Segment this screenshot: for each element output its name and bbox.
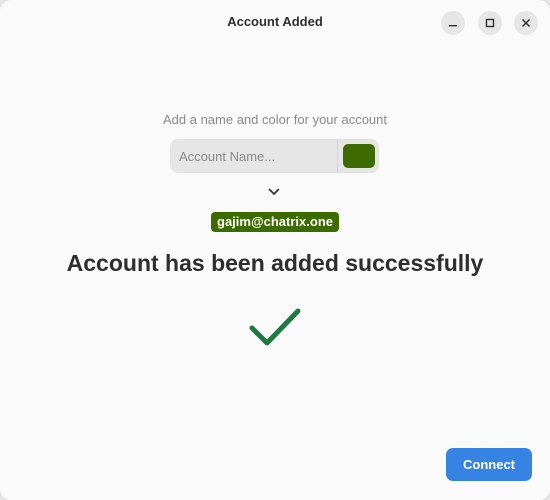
minimize-icon <box>449 25 457 27</box>
account-color-button[interactable] <box>338 139 379 173</box>
expand-options-button[interactable] <box>265 184 283 200</box>
titlebar: Account Added <box>0 0 550 46</box>
connect-button[interactable]: Connect <box>446 448 532 481</box>
chevron-down-icon <box>268 188 280 195</box>
account-name-input[interactable] <box>170 139 337 173</box>
name-color-hint: Add a name and color for your account <box>162 112 388 127</box>
success-headline: Account has been added successfully <box>66 250 484 276</box>
account-added-window: Account Added Add a name and color for y… <box>0 0 550 500</box>
window-title: Account Added <box>227 14 323 29</box>
account-badge-wrap: gajim@chatrix.one <box>0 212 550 232</box>
minimize-button[interactable] <box>441 11 465 35</box>
maximize-icon <box>485 18 495 28</box>
maximize-button[interactable] <box>478 11 502 35</box>
account-name-row <box>170 139 379 173</box>
account-jid-badge: gajim@chatrix.one <box>211 212 339 232</box>
close-icon <box>521 18 531 28</box>
close-button[interactable] <box>514 11 538 35</box>
color-swatch <box>342 144 375 168</box>
checkmark-icon <box>249 308 301 346</box>
